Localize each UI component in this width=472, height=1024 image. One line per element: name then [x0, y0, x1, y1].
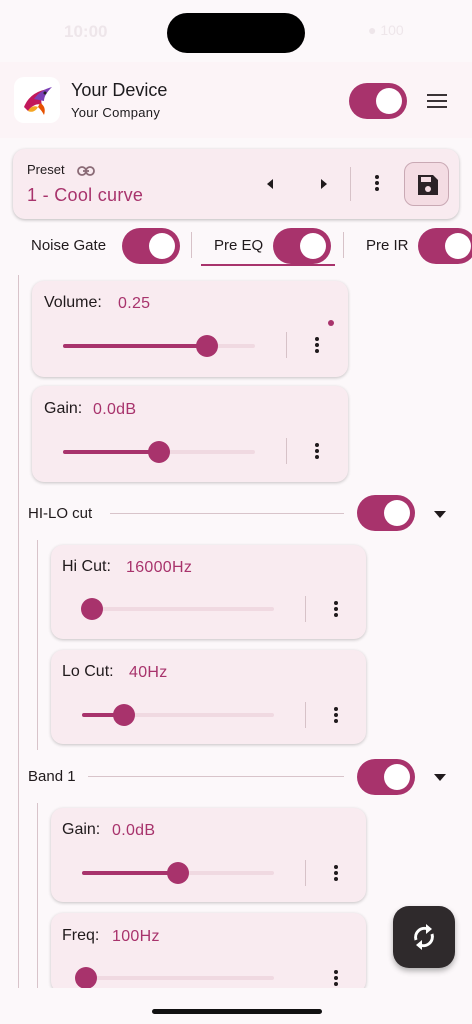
- noise-gate-toggle[interactable]: [122, 228, 180, 264]
- status-time: 10:00: [64, 22, 108, 41]
- bottom-bar: [0, 988, 472, 1024]
- gain-label: Gain:: [44, 400, 83, 417]
- tab-noise-gate-label[interactable]: Noise Gate: [31, 237, 106, 254]
- card-divider: [286, 438, 287, 464]
- tab-divider: [191, 232, 192, 258]
- hi-cut-slider-track[interactable]: [82, 607, 274, 611]
- tree-line: [37, 803, 38, 988]
- preset-name[interactable]: 1 - Cool curve: [27, 185, 143, 206]
- hi-lo-toggle[interactable]: [357, 495, 415, 531]
- volume-slider-thumb[interactable]: [196, 335, 218, 357]
- band1-gain-slider-fill: [82, 871, 178, 875]
- tree-line: [37, 540, 38, 750]
- gain-slider-fill: [63, 450, 159, 454]
- sync-button[interactable]: [393, 906, 455, 968]
- hi-cut-slider-thumb[interactable]: [80, 598, 103, 620]
- company-name: Your Company: [71, 105, 161, 120]
- volume-more-vertical-icon[interactable]: [308, 335, 326, 357]
- save-preset-button[interactable]: [404, 162, 449, 206]
- band1-freq-value: 100Hz: [112, 928, 160, 945]
- hi-lo-section-label: HI-LO cut: [28, 505, 93, 522]
- gain-more-vertical-icon[interactable]: [308, 441, 326, 463]
- home-indicator: [152, 1009, 322, 1014]
- hi-cut-label: Hi Cut:: [62, 558, 111, 575]
- device-name: Your Device: [71, 80, 168, 100]
- modified-indicator: [328, 320, 334, 326]
- band1-freq-slider-thumb[interactable]: [74, 967, 97, 989]
- tab-pre-eq-indicator: [201, 264, 335, 266]
- sync-icon: [414, 924, 434, 950]
- band1-gain-more-vertical-icon[interactable]: [327, 863, 345, 885]
- card-divider: [305, 860, 306, 886]
- hamburger-menu-icon[interactable]: [424, 90, 450, 112]
- caret-right-icon[interactable]: [315, 175, 333, 193]
- band1-gain-label: Gain:: [62, 821, 101, 838]
- tab-pre-eq-label[interactable]: Pre EQ: [214, 237, 263, 254]
- band1-freq-card: [51, 913, 366, 993]
- band1-caret-down-icon[interactable]: [434, 774, 446, 781]
- band1-gain-slider-thumb[interactable]: [167, 862, 189, 884]
- lo-cut-value: 40Hz: [129, 664, 168, 681]
- section-rule: [88, 776, 344, 777]
- dynamic-island: [167, 13, 305, 53]
- bird-logo-icon: [14, 77, 60, 123]
- pre-eq-toggle[interactable]: [273, 228, 331, 264]
- volume-value: 0.25: [118, 295, 151, 312]
- preset-card: [13, 149, 459, 219]
- volume-slider-fill: [63, 344, 207, 348]
- band1-freq-label: Freq:: [62, 927, 100, 944]
- card-divider: [286, 332, 287, 358]
- pre-ir-toggle[interactable]: [418, 228, 472, 264]
- device-power-toggle[interactable]: [349, 83, 407, 119]
- hi-cut-more-vertical-icon[interactable]: [327, 599, 345, 621]
- status-indicators: ● 100: [368, 22, 404, 38]
- section-rule: [110, 513, 344, 514]
- link-icon[interactable]: [77, 164, 95, 176]
- hi-lo-caret-down-icon[interactable]: [434, 511, 446, 518]
- lo-cut-more-vertical-icon[interactable]: [327, 705, 345, 727]
- hi-cut-value: 16000Hz: [126, 559, 193, 576]
- card-divider: [305, 702, 306, 728]
- band1-freq-slider-track[interactable]: [82, 976, 274, 980]
- lo-cut-label: Lo Cut:: [62, 663, 114, 680]
- band1-toggle[interactable]: [357, 759, 415, 795]
- preset-more-vertical-icon[interactable]: [368, 173, 386, 195]
- tab-divider: [343, 232, 344, 258]
- gain-value: 0.0dB: [93, 401, 137, 418]
- gain-slider-thumb[interactable]: [148, 441, 170, 463]
- tree-line: [18, 275, 19, 988]
- preset-divider: [350, 167, 351, 201]
- caret-left-icon[interactable]: [261, 175, 279, 193]
- band1-freq-more-vertical-icon[interactable]: [327, 968, 345, 990]
- band1-section-label: Band 1: [28, 768, 76, 785]
- tab-pre-ir-label[interactable]: Pre IR: [366, 237, 409, 254]
- preset-label: Preset: [27, 162, 65, 177]
- band1-gain-value: 0.0dB: [112, 822, 156, 839]
- floppy-disk-icon: [418, 175, 438, 195]
- volume-label: Volume:: [44, 294, 102, 311]
- card-divider: [305, 596, 306, 622]
